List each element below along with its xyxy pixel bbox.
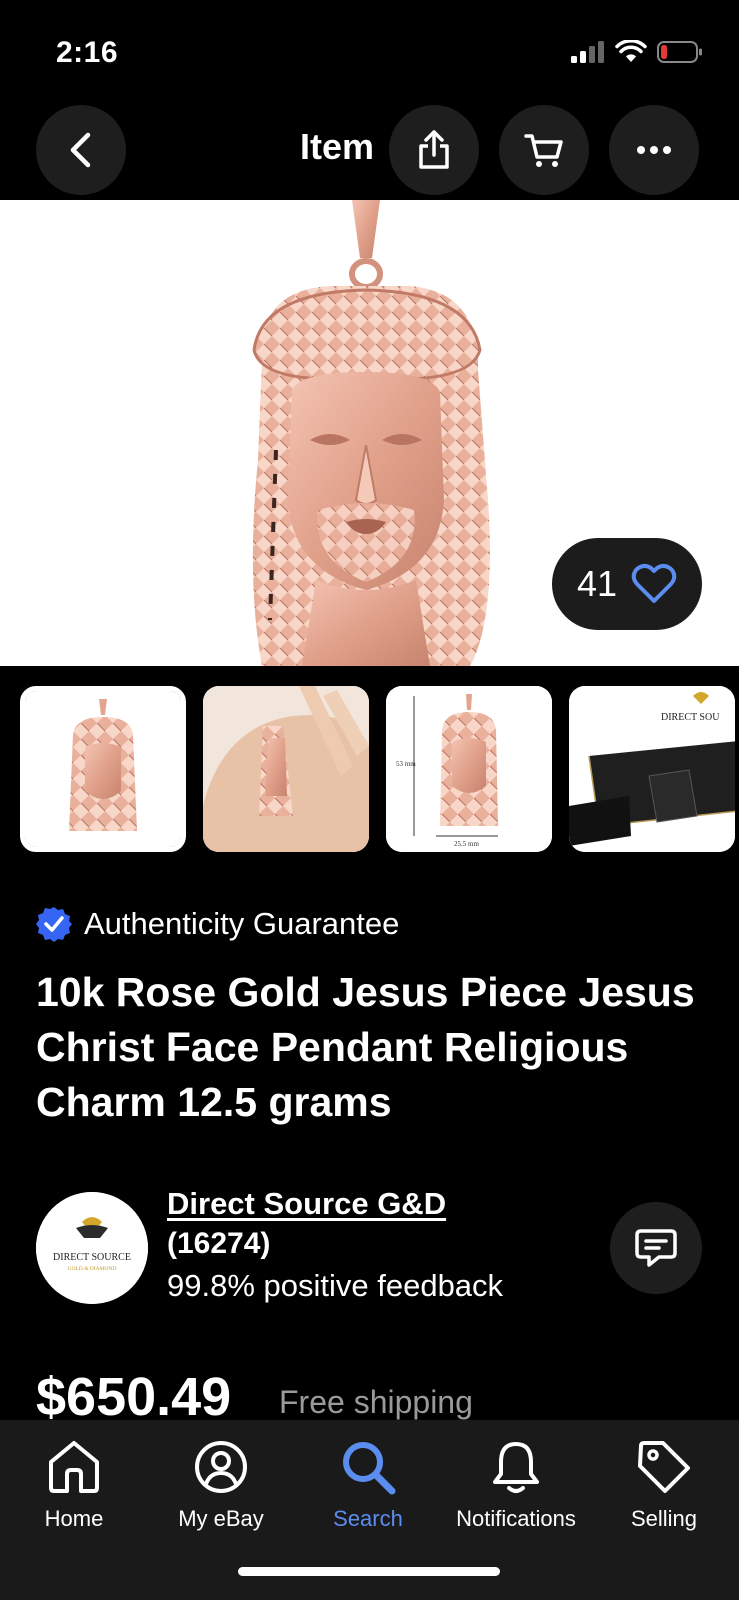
seller-logo-text: DIRECT SOURCE xyxy=(53,1252,131,1263)
page-title: Item xyxy=(300,126,375,167)
status-bar: 2:16 xyxy=(0,0,739,100)
heart-icon xyxy=(631,563,677,603)
verified-badge-icon xyxy=(36,907,72,942)
tab-notifications-label: Notifications xyxy=(456,1506,576,1531)
contact-seller-button[interactable] xyxy=(610,1202,702,1294)
thumbnail-2[interactable] xyxy=(203,686,369,852)
listing-title: 10k Rose Gold Jesus Piece Jesus Christ F… xyxy=(36,969,695,1125)
battery-icon xyxy=(657,41,702,63)
message-icon xyxy=(635,1229,677,1267)
watch-count: 41 xyxy=(576,563,618,604)
authenticity-guarantee[interactable]: Authenticity Guarantee xyxy=(36,906,399,942)
seller-logo-subtext: GOLD & DIAMOND xyxy=(68,1266,117,1272)
bell-icon xyxy=(493,1442,539,1493)
jewelry-box-image: DIRECT SOU xyxy=(569,686,735,852)
pendant-dimensions-image: 53 mm 25.5 mm xyxy=(386,686,552,852)
back-button[interactable] xyxy=(36,105,126,195)
cart-icon xyxy=(524,134,563,167)
hand-holding-pendant-image xyxy=(203,686,369,852)
product-image-main[interactable]: 41 xyxy=(0,200,739,666)
brand-logo-text: DIRECT SOU xyxy=(661,712,720,723)
share-icon xyxy=(419,130,449,169)
status-icons xyxy=(571,40,703,64)
seller-logo-image: DIRECT SOURCE GOLD & DIAMOND xyxy=(36,1192,148,1304)
home-indicator[interactable] xyxy=(238,1567,500,1576)
tab-search[interactable]: Search xyxy=(294,1438,442,1532)
user-icon xyxy=(195,1441,247,1493)
tab-home[interactable]: Home xyxy=(0,1438,148,1532)
tab-search-label: Search xyxy=(333,1506,403,1531)
wifi-icon xyxy=(615,40,647,62)
seller-positive-feedback: 99.8% positive feedback xyxy=(167,1268,504,1303)
seller-feedback-score: (16274) xyxy=(167,1227,271,1260)
cellular-signal-icon xyxy=(571,41,604,63)
thumbnail-4[interactable]: DIRECT SOU xyxy=(569,686,735,852)
seller-name-link[interactable]: Direct Source G&D xyxy=(167,1186,446,1222)
thumbnail-1[interactable] xyxy=(20,686,186,852)
search-icon xyxy=(343,1442,396,1495)
home-icon xyxy=(49,1441,99,1493)
thumbnail-strip[interactable]: 53 mm 25.5 mm DIRECT SOU xyxy=(20,686,739,852)
tag-icon xyxy=(638,1441,690,1493)
tab-my-ebay[interactable]: My eBay xyxy=(147,1438,295,1532)
shipping-info: Free shipping xyxy=(279,1384,473,1420)
cart-button[interactable] xyxy=(499,105,589,195)
tab-my-ebay-label: My eBay xyxy=(178,1506,264,1531)
tab-home-label: Home xyxy=(44,1506,104,1531)
thumbnail-3[interactable]: 53 mm 25.5 mm xyxy=(386,686,552,852)
chevron-left-icon xyxy=(70,132,91,168)
tab-selling-label: Selling xyxy=(630,1506,698,1531)
watch-button[interactable]: 41 xyxy=(552,538,702,630)
item-header: Item xyxy=(0,100,739,200)
seller-avatar[interactable]: DIRECT SOURCE GOLD & DIAMOND xyxy=(36,1192,148,1304)
tab-selling[interactable]: Selling xyxy=(590,1438,738,1532)
share-button[interactable] xyxy=(389,105,479,195)
dimension-height-label: 53 mm xyxy=(396,760,416,768)
authenticity-label: Authenticity Guarantee xyxy=(84,906,400,941)
more-options-button[interactable] xyxy=(609,105,699,195)
item-price: $650.49 xyxy=(36,1367,232,1427)
more-horizontal-icon xyxy=(637,146,671,154)
tab-notifications[interactable]: Notifications xyxy=(442,1438,590,1532)
dimension-width-label: 25.5 mm xyxy=(454,840,479,848)
pendant-thumbnail-image xyxy=(25,691,181,847)
status-time: 2:16 xyxy=(56,36,119,69)
